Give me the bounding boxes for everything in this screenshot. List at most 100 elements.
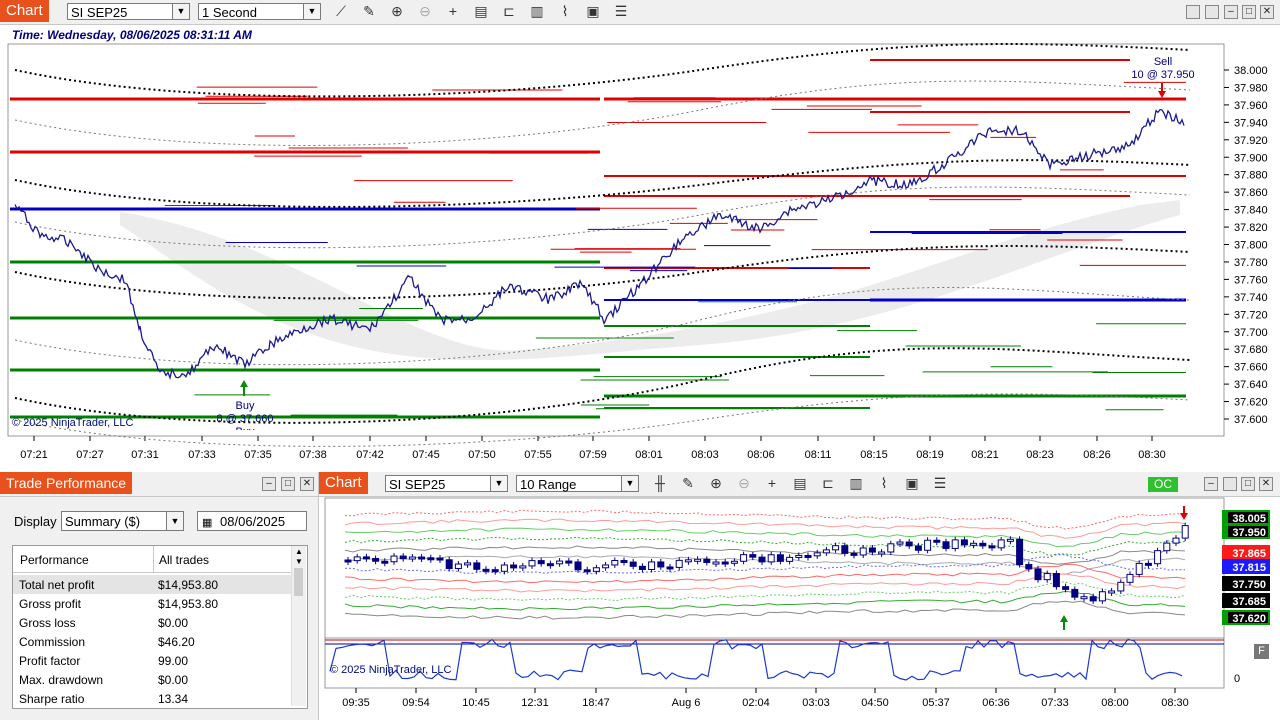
zoom-in-icon[interactable]: ⊕ <box>388 2 406 20</box>
price-tick-label: 37.840 <box>1234 205 1268 217</box>
top-chart-tab[interactable]: Chart <box>0 0 49 22</box>
zoom-out-icon[interactable]: ⊖ <box>416 2 434 20</box>
candle <box>1172 537 1180 544</box>
scroll-down-icon[interactable]: ▼ <box>295 557 303 566</box>
maximize-icon[interactable]: □ <box>1241 477 1255 491</box>
crosshair-icon[interactable]: + <box>763 474 781 492</box>
close-icon[interactable]: ✕ <box>1260 5 1274 19</box>
candle <box>583 569 591 573</box>
time-tick-label: 07:38 <box>299 449 327 461</box>
minimize-icon[interactable]: – <box>1224 5 1238 19</box>
crosshair-icon[interactable]: + <box>444 2 462 20</box>
price-tick-label: 37.940 <box>1234 117 1268 129</box>
bar-type-icon[interactable]: ⟋ <box>332 2 350 20</box>
time-tick-label: 10:45 <box>462 697 490 709</box>
candle <box>381 560 389 564</box>
chevron-down-icon: ▼ <box>303 4 320 19</box>
candle <box>832 545 840 551</box>
strategies-icon[interactable]: ⌇ <box>556 2 574 20</box>
window-link-icon[interactable] <box>1223 477 1237 491</box>
price-tick-label: 37.920 <box>1234 135 1268 147</box>
candle <box>1108 590 1116 594</box>
table-row[interactable]: Profit factor 99.00 <box>13 651 291 670</box>
table-row[interactable]: Gross loss $0.00 <box>13 613 291 632</box>
bottom-price-chart[interactable]: 09:35 09:54 10:45 12:31 18:47 Aug 6 02:04 03:03… <box>319 496 1280 720</box>
close-icon[interactable]: ✕ <box>1259 477 1273 491</box>
scroll-thumb[interactable] <box>294 568 303 596</box>
candle <box>1016 538 1024 566</box>
candle <box>878 551 886 555</box>
indicators-icon[interactable]: ▥ <box>528 2 546 20</box>
maximize-icon[interactable]: □ <box>1242 5 1256 19</box>
row-value: $46.20 <box>158 634 195 649</box>
window-link-icon[interactable] <box>1205 5 1219 19</box>
candle <box>721 561 729 565</box>
pencil-icon[interactable]: ✎ <box>360 2 378 20</box>
candle <box>528 560 536 567</box>
bottom-instrument-select[interactable]: SI SEP25 ▼ <box>385 475 508 492</box>
time-tick-label: 07:21 <box>20 449 48 461</box>
properties-icon[interactable]: ☰ <box>612 2 630 20</box>
window-group-icon[interactable] <box>1186 5 1200 19</box>
date-picker[interactable]: ▦ 08/06/2025 <box>197 511 307 531</box>
display-select[interactable]: Summary ($) ▼ <box>61 511 184 531</box>
templates-icon[interactable]: ▣ <box>903 474 921 492</box>
col-all-trades-header[interactable]: All trades <box>159 553 209 567</box>
table-row[interactable]: Max. drawdown $0.00 <box>13 670 291 689</box>
trade-performance-panel: Trade Performance – □ ✕ Display Summary … <box>0 472 319 720</box>
col-performance-header[interactable]: Performance <box>20 553 89 567</box>
templates-icon[interactable]: ▣ <box>584 2 602 20</box>
bottom-chart-tab[interactable]: Chart <box>319 472 368 494</box>
time-tick-label: 08:21 <box>971 449 999 461</box>
strategies-icon[interactable]: ⌇ <box>875 474 893 492</box>
scroll-up-icon[interactable]: ▲ <box>295 547 303 556</box>
buy-marker-title: Buy <box>235 400 255 412</box>
top-instrument-select[interactable]: SI SEP25 ▼ <box>67 3 190 20</box>
price-tick-label: 37.780 <box>1234 257 1268 269</box>
maximize-icon[interactable]: □ <box>281 477 295 491</box>
minimize-icon[interactable]: – <box>262 477 276 491</box>
f-button[interactable]: F <box>1254 644 1269 659</box>
row-value: $0.00 <box>158 615 189 630</box>
candle <box>767 554 775 563</box>
candle <box>1006 538 1014 542</box>
candle <box>353 556 361 562</box>
row-value: $14,953.80 <box>158 577 219 592</box>
order-icon[interactable]: ⊏ <box>819 474 837 492</box>
table-row[interactable]: Gross profit $14,953.80 <box>13 594 291 613</box>
indicators-icon[interactable]: ▥ <box>847 474 865 492</box>
candle <box>454 563 462 570</box>
candle <box>1126 573 1134 583</box>
table-scrollbar[interactable]: ▲ ▼ <box>291 546 306 706</box>
table-row[interactable]: Total net profit $14,953.80 <box>13 575 291 594</box>
candle <box>924 539 932 551</box>
minimize-icon[interactable]: – <box>1204 477 1218 491</box>
order-icon[interactable]: ⊏ <box>500 2 518 20</box>
zoom-out-icon[interactable]: ⊖ <box>735 474 753 492</box>
time-tick-label: 08:01 <box>635 449 663 461</box>
top-interval-select[interactable]: 1 Second ▼ <box>198 3 321 20</box>
price-tick-label: 37.620 <box>1234 397 1268 409</box>
trade-performance-tab[interactable]: Trade Performance <box>0 472 133 494</box>
table-row[interactable]: Sharpe ratio 13.34 <box>13 689 291 708</box>
performance-rows: Total net profit $14,953.80 Gross profit $1… <box>13 575 291 708</box>
properties-icon[interactable]: ☰ <box>931 474 949 492</box>
oc-button[interactable]: OC <box>1148 477 1178 492</box>
candle <box>694 558 702 562</box>
bottom-interval-select[interactable]: 10 Range ▼ <box>516 475 639 492</box>
date-value: 08/06/2025 <box>220 514 286 529</box>
candlestick-icon[interactable]: ╫ <box>651 474 669 492</box>
sell-marker-title: Sell <box>1153 56 1173 68</box>
top-price-chart[interactable]: 38.000 37.980 37.960 37.940 37.920 37.900 37.8… <box>0 42 1280 467</box>
close-icon[interactable]: ✕ <box>300 477 314 491</box>
data-box-icon[interactable]: ▤ <box>791 474 809 492</box>
candle <box>648 561 656 570</box>
price-tick-label: 37.640 <box>1234 379 1268 391</box>
candle <box>988 545 996 549</box>
time-tick-label: 08:26 <box>1083 449 1111 461</box>
zoom-in-icon[interactable]: ⊕ <box>707 474 725 492</box>
data-box-icon[interactable]: ▤ <box>472 2 490 20</box>
time-tick-label: 07:59 <box>579 449 607 461</box>
pencil-icon[interactable]: ✎ <box>679 474 697 492</box>
table-row[interactable]: Commission $46.20 <box>13 632 291 651</box>
